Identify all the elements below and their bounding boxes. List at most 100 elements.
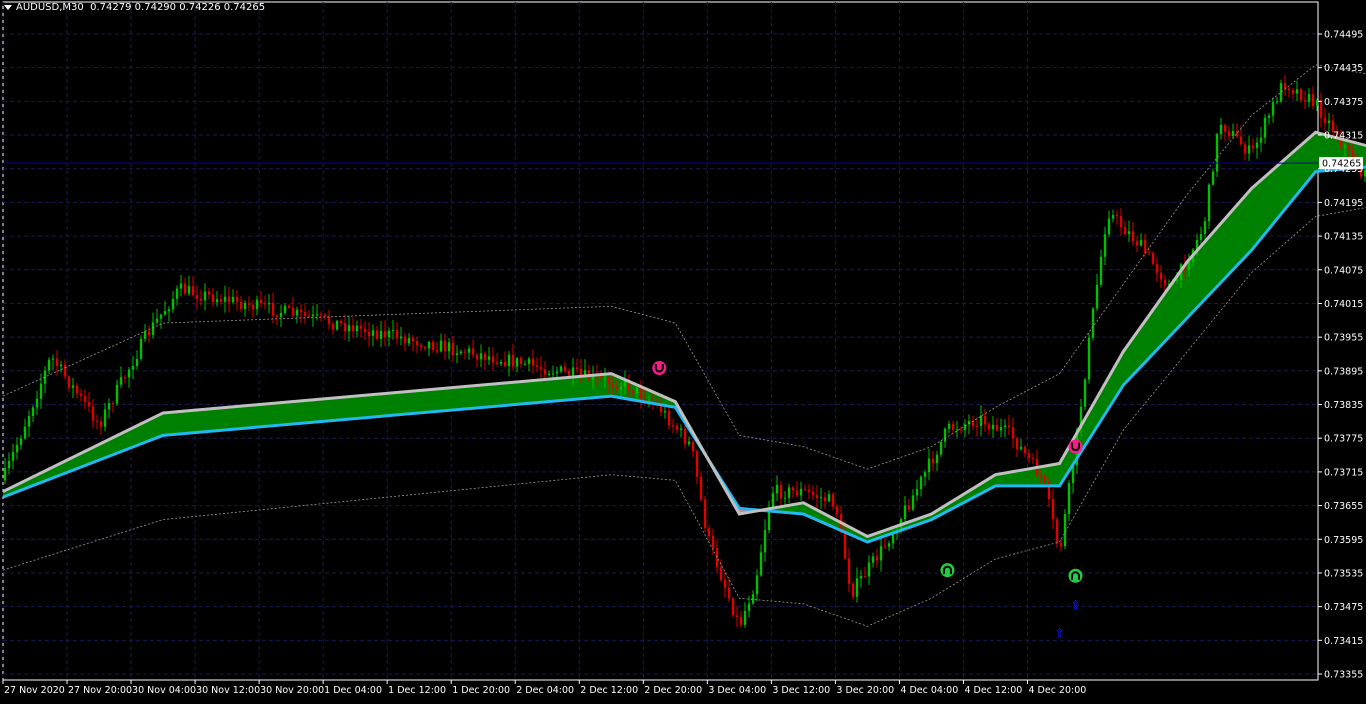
candle-body [811,491,815,495]
candle-body [707,528,711,536]
candle-body [1083,379,1087,407]
candle-body [1119,215,1123,228]
candle-body [1255,142,1259,149]
candle-body [395,330,399,339]
candle-body [1271,102,1275,116]
candle-body [791,487,795,491]
candle-body [879,546,883,561]
candle-body [583,370,587,375]
candle-body [631,390,635,394]
candle-body [399,336,403,339]
candle-body [951,423,955,431]
grid [2,2,1318,680]
candle-body [731,598,735,616]
buy-arrow-icon [1068,568,1083,583]
candle-body [1319,100,1323,118]
candle-body [419,345,423,347]
candle-body [743,610,747,625]
candle-body [179,283,183,289]
candle-body [355,325,359,332]
candle-body [1027,453,1031,459]
price-chart[interactable]: ⇧⇧0.744950.744350.743750.743150.742550.7… [0,0,1366,700]
candle-body [823,497,827,502]
candle-body [1207,184,1211,222]
candle-body [99,421,103,427]
candle-body [983,415,987,425]
candle-body [439,340,443,352]
time-tick-label: 30 Nov 20:00 [260,685,324,696]
candle-body [667,410,671,426]
plot-border [2,1,1319,681]
candle-body [1327,120,1331,124]
candle-body [475,354,479,360]
candle-body [1015,438,1019,449]
price-tick-label: 0.74015 [1324,299,1363,310]
chart-header: AUDUSD,M30 0.74279 0.74290 0.74226 0.742… [4,2,265,13]
candle-body [619,386,623,390]
price-tick-label: 0.73535 [1324,568,1363,579]
candle-body [915,489,919,496]
candle-body [7,460,11,469]
candle-body [567,370,571,376]
candle-body [371,330,375,336]
candle-body [107,403,111,410]
candle-body [1091,308,1095,338]
candle-body [723,579,727,588]
candle-body [739,617,743,625]
time-tick-label: 27 Nov 20:00 [68,685,132,696]
candle-body [663,410,667,413]
candle-body [327,316,331,324]
candle-body [359,325,363,329]
time-tick-label: 1 Dec 12:00 [388,685,446,696]
candle-body [363,328,367,332]
candle-body [303,312,307,316]
candle-body [347,325,351,332]
candle-body [319,314,323,316]
candle-body [403,336,407,344]
candle-body [103,409,107,427]
candle-body [1163,279,1167,285]
candle-body [907,505,911,510]
candle-body [1287,88,1291,91]
candle-body [1291,90,1295,94]
candle-body [307,315,311,317]
candle-body [167,309,171,312]
menu-caret-icon[interactable] [4,4,12,10]
candle-body [523,363,527,365]
candle-body [427,341,431,349]
candle-body [887,543,891,547]
candle-body [547,373,551,375]
candle-body [1227,131,1231,137]
candle-body [271,302,275,316]
candle-body [255,299,259,309]
candle-body [1011,427,1015,439]
candle-body [1303,100,1307,102]
candle-body [751,594,755,604]
candle-body [687,441,691,445]
candle-body [1043,476,1047,483]
candle-body [995,424,999,431]
candle-body [147,331,151,336]
candle-body [1067,483,1071,514]
candle-body [1131,231,1135,241]
chart-window[interactable]: AUDUSD,M30 0.74279 0.74290 0.74226 0.742… [0,0,1366,700]
candle-body [243,302,247,310]
candle-body [1103,234,1107,257]
time-tick-label: 4 Dec 04:00 [900,685,958,696]
candle-body [535,365,539,367]
time-tick-label: 3 Dec 12:00 [772,685,830,696]
time-tick-label: 1 Dec 04:00 [324,685,382,696]
candle-body [443,340,447,352]
candle-body [431,341,435,350]
candle-body [59,364,63,366]
candle-body [3,468,7,481]
candle-body [127,369,131,378]
current-price-label: 0.74265 [1322,159,1361,170]
candle-body [451,342,455,355]
candle-body [611,384,615,387]
candle-body [1187,262,1191,271]
candle-body [175,288,179,299]
candle-body [1267,115,1271,118]
price-tick-label: 0.73895 [1324,366,1363,377]
candle-body [367,331,371,336]
